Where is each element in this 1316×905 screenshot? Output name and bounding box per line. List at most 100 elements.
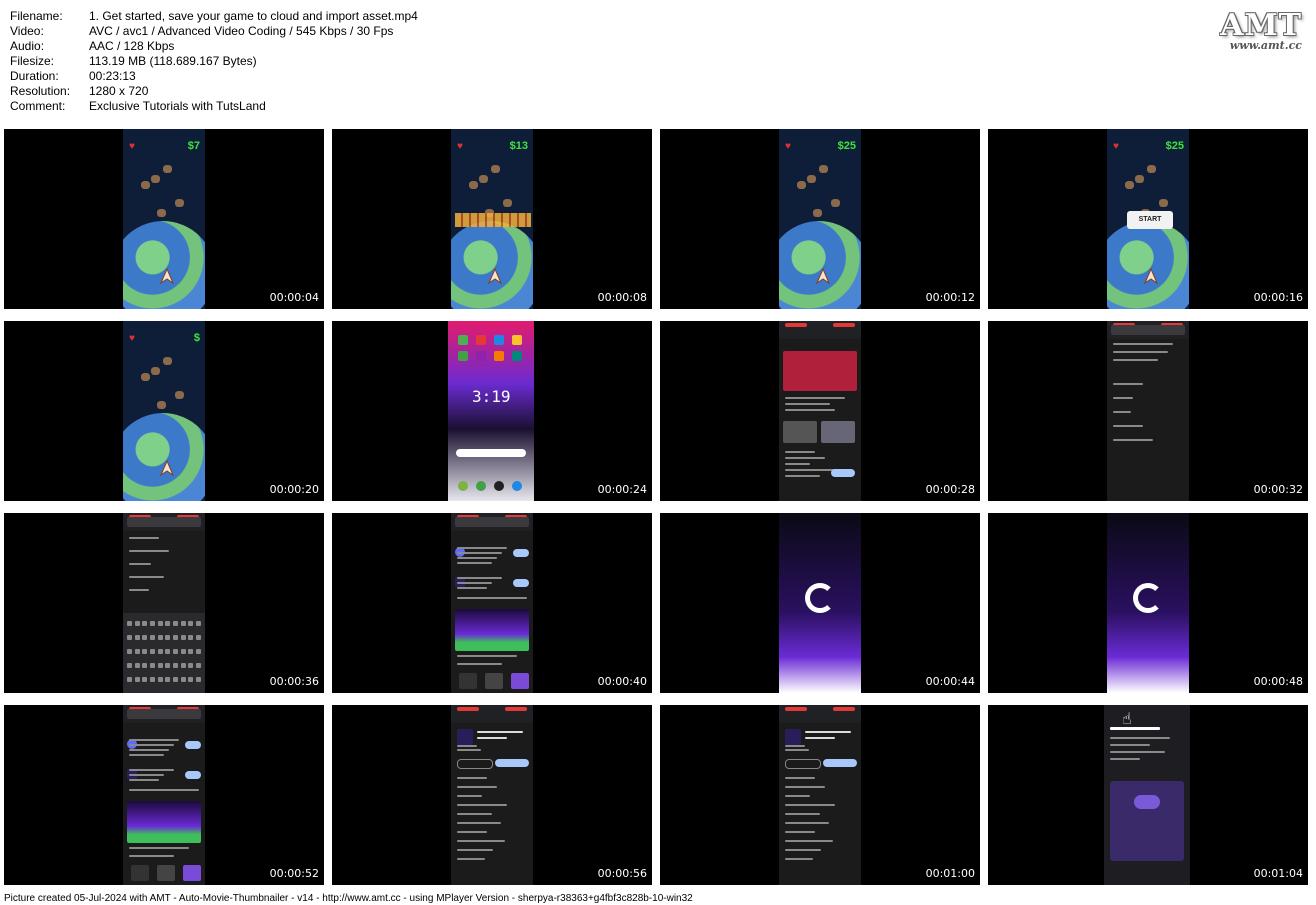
meta-value: 1. Get started, save your game to cloud … (89, 9, 418, 23)
meta-key: Video: (10, 24, 44, 38)
text-line (785, 475, 820, 477)
text-line (129, 789, 199, 791)
uninstall-button (457, 759, 493, 769)
lesson-card (1110, 781, 1184, 861)
key (165, 635, 171, 640)
logo-url: www.amt.cc (1229, 39, 1302, 52)
key (142, 663, 148, 668)
text-line (129, 744, 174, 746)
key (172, 635, 178, 640)
phone-screen (1107, 513, 1189, 693)
phone-screen: ♥ $25 (779, 129, 861, 309)
planet (123, 221, 205, 309)
text-line (457, 804, 507, 806)
text-line (785, 749, 809, 751)
app-icon (494, 335, 504, 345)
asteroid (491, 165, 500, 173)
key (165, 621, 171, 626)
text-line (457, 831, 487, 833)
key (195, 663, 201, 668)
text-line (785, 457, 825, 459)
phone-screen: ☝ (1104, 705, 1190, 885)
key (195, 635, 201, 640)
dock-icon (512, 481, 522, 491)
money-counter: $25 (1165, 140, 1184, 152)
timestamp: 00:00:48 (1253, 675, 1303, 688)
key (157, 621, 163, 626)
heart-icon: ♥ (457, 141, 463, 152)
key (134, 635, 140, 640)
key (195, 677, 201, 682)
key (134, 663, 140, 668)
meta-key: Comment: (10, 99, 66, 113)
text-line (457, 840, 505, 842)
phone-screen (779, 321, 861, 501)
hero-banner (783, 351, 857, 391)
key (142, 649, 148, 654)
asteroid (163, 165, 172, 173)
timestamp: 00:00:28 (925, 483, 975, 496)
text-line (129, 589, 149, 591)
key (149, 649, 155, 654)
heading-line (1110, 727, 1160, 730)
gdevelop-icon (457, 729, 473, 745)
timestamp: 00:00:52 (269, 867, 319, 880)
timestamp: 00:00:32 (1253, 483, 1303, 496)
game-title-art (455, 213, 531, 227)
video-thumbnail: 00:00:28 (660, 321, 980, 501)
text-line (1113, 397, 1133, 399)
timestamp: 00:00:12 (925, 291, 975, 304)
text-line (785, 469, 835, 471)
phone-screen: ♥ $25 START (1107, 129, 1189, 309)
recording-indicator (505, 707, 527, 711)
text-line (785, 804, 835, 806)
spaceship-icon (157, 459, 177, 479)
text-line (457, 813, 492, 815)
phone-screen (123, 513, 205, 693)
footer-credit: Picture created 05-Jul-2024 with AMT - A… (4, 893, 693, 904)
asteroid (503, 199, 512, 207)
text-line (785, 813, 820, 815)
text-line (457, 577, 502, 579)
asteroid (831, 199, 840, 207)
text-line (457, 795, 482, 797)
text-line (129, 769, 174, 771)
key (134, 621, 140, 626)
suggested-app (485, 673, 503, 689)
gdevelop-logo (805, 583, 835, 613)
heart-icon: ♥ (785, 141, 791, 152)
heart-icon: ♥ (129, 333, 135, 344)
open-button (823, 759, 857, 767)
key (127, 677, 132, 682)
asteroid (157, 401, 166, 409)
asteroid (175, 391, 184, 399)
phone-screen (779, 705, 861, 885)
text-line (457, 557, 497, 559)
key-row (127, 635, 201, 641)
gdevelop-icon (785, 729, 801, 745)
text-line (457, 582, 492, 584)
recording-indicator (785, 323, 807, 327)
key (188, 649, 194, 654)
search-box (127, 709, 201, 719)
text-line (129, 576, 164, 578)
timestamp: 00:00:44 (925, 675, 975, 688)
text-line (785, 745, 805, 747)
key (127, 649, 132, 654)
text-line (785, 786, 825, 788)
asteroid (469, 181, 478, 189)
text-line (785, 463, 810, 465)
phone-screen: 3:19 (448, 321, 534, 501)
text-line (129, 754, 164, 756)
video-thumbnail: ♥ $00:00:20 (4, 321, 324, 501)
meta-value: 00:23:13 (89, 69, 136, 83)
video-thumbnail: ♥ $13 00:00:08 (332, 129, 652, 309)
open-button (495, 759, 529, 767)
text-line (1113, 343, 1173, 345)
key (172, 663, 178, 668)
meta-key: Filename: (10, 9, 63, 23)
text-line (457, 663, 502, 665)
key (180, 677, 186, 682)
suggested-app (131, 865, 149, 881)
key (127, 635, 132, 640)
